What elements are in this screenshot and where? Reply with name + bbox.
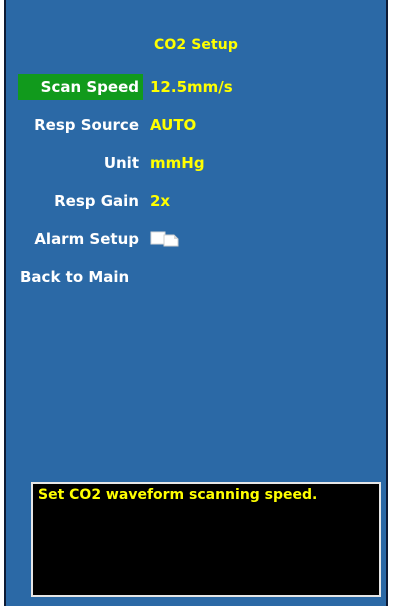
resp-gain-label[interactable]: Resp Gain <box>18 188 143 214</box>
unit-value[interactable]: mmHg <box>150 150 205 176</box>
co2-setup-window: CO2 Setup Scan Speed 12.5mm/s Resp Sourc… <box>4 0 388 606</box>
alarm-setup-label[interactable]: Alarm Setup <box>18 226 143 252</box>
alarm-setup-row[interactable]: Alarm Setup <box>6 226 386 252</box>
scan-speed-value[interactable]: 12.5mm/s <box>150 74 233 100</box>
unit-row[interactable]: Unit mmHg <box>6 150 386 176</box>
help-text: Set CO2 waveform scanning speed. <box>38 487 318 503</box>
window-title: CO2 Setup <box>154 37 238 53</box>
resp-gain-row[interactable]: Resp Gain 2x <box>6 188 386 214</box>
resp-source-row[interactable]: Resp Source AUTO <box>6 112 386 138</box>
resp-source-value[interactable]: AUTO <box>150 112 196 138</box>
copy-pages-icon-svg <box>150 231 179 247</box>
resp-source-label[interactable]: Resp Source <box>18 112 143 138</box>
scan-speed-label[interactable]: Scan Speed <box>18 74 143 100</box>
back-to-main-row[interactable]: Back to Main <box>6 264 386 290</box>
unit-label[interactable]: Unit <box>18 150 143 176</box>
scan-speed-row[interactable]: Scan Speed 12.5mm/s <box>6 74 386 100</box>
back-to-main-label[interactable]: Back to Main <box>18 264 143 290</box>
resp-gain-value[interactable]: 2x <box>150 188 170 214</box>
copy-pages-icon[interactable] <box>150 230 184 248</box>
settings-menu: Scan Speed 12.5mm/s Resp Source AUTO Uni… <box>6 74 386 302</box>
help-panel: Set CO2 waveform scanning speed. <box>31 482 381 597</box>
